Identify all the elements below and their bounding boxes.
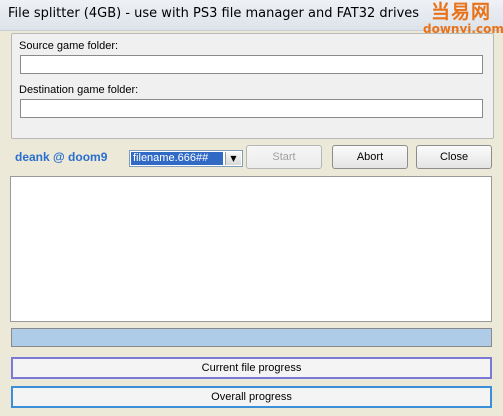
author-credit: deank @ doom9 xyxy=(15,150,108,164)
source-folder-label: Source game folder: xyxy=(19,40,119,52)
current-file-progress-label: Current file progress xyxy=(201,362,302,374)
chevron-down-icon[interactable]: ▼ xyxy=(225,152,241,165)
status-bar xyxy=(11,328,492,347)
destination-folder-label: Destination game folder: xyxy=(19,84,139,96)
start-button[interactable]: Start xyxy=(246,145,322,169)
abort-button[interactable]: Abort xyxy=(332,145,408,169)
destination-folder-input[interactable] xyxy=(20,99,483,118)
current-file-progress: Current file progress xyxy=(11,357,492,379)
window-title: File splitter (4GB) - use with PS3 file … xyxy=(8,6,420,21)
overall-progress-label: Overall progress xyxy=(211,391,292,403)
filename-pattern-select[interactable]: filename.666## ▼ xyxy=(129,150,243,167)
folders-group: Source game folder: Destination game fol… xyxy=(11,33,494,139)
filename-pattern-value: filename.666## xyxy=(131,152,223,165)
watermark-top: 当易网 xyxy=(430,1,491,23)
close-button[interactable]: Close xyxy=(416,145,492,169)
log-output[interactable] xyxy=(10,176,492,322)
source-folder-input[interactable] xyxy=(20,55,483,74)
file-splitter-window: File splitter (4GB) - use with PS3 file … xyxy=(0,0,503,416)
overall-progress: Overall progress xyxy=(11,386,492,408)
